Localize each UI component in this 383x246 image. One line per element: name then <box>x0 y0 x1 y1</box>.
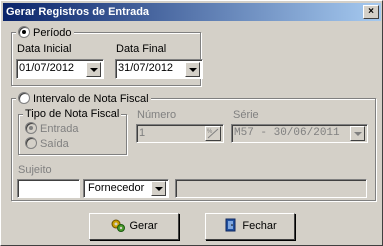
serie-field[interactable]: M57 - 30/06/2011 <box>231 124 368 143</box>
sujeito-type-select[interactable]: Fornecedor <box>83 179 169 198</box>
data-inicial-dropdown-icon[interactable] <box>86 62 101 77</box>
fechar-label: Fechar <box>242 220 277 232</box>
numero-field[interactable]: 1 % <box>136 124 224 143</box>
svg-text:%: % <box>207 129 213 135</box>
fechar-button[interactable]: Fechar <box>205 213 295 240</box>
serie-value: M57 - 30/06/2011 <box>234 127 340 139</box>
periodo-radio[interactable]: Período <box>16 26 74 40</box>
data-inicial-value: 01/07/2012 <box>19 62 75 74</box>
intervalo-radio[interactable]: Intervalo de Nota Fiscal <box>16 92 151 106</box>
sujeito-name-field <box>175 179 367 198</box>
entrada-radio[interactable]: Entrada <box>25 122 79 136</box>
saida-radio[interactable]: Saída <box>25 137 69 151</box>
data-final-value: 31/07/2012 <box>118 62 174 74</box>
numero-value: 1 <box>139 127 146 139</box>
periodo-radio-icon[interactable] <box>18 26 30 38</box>
data-inicial-field[interactable]: 01/07/2012 <box>16 59 104 79</box>
numero-label: Número <box>137 109 177 121</box>
gerar-label: Gerar <box>129 220 158 232</box>
entrada-radio-icon[interactable] <box>25 122 37 134</box>
data-inicial-label: Data Inicial <box>17 43 72 55</box>
calculator-icon[interactable]: % <box>205 126 221 141</box>
saida-radio-icon[interactable] <box>25 137 37 149</box>
serie-label: Série <box>233 109 259 121</box>
intervalo-label: Intervalo de Nota Fiscal <box>33 93 149 105</box>
title-bar: Gerar Registros de Entrada × <box>3 3 381 21</box>
gear-icon <box>111 219 126 232</box>
entrada-label: Entrada <box>40 123 79 135</box>
door-exit-icon <box>225 218 236 232</box>
serie-dropdown-icon[interactable] <box>350 126 365 141</box>
intervalo-radio-icon[interactable] <box>18 92 30 104</box>
data-final-dropdown-icon[interactable] <box>185 62 200 77</box>
periodo-label: Período <box>33 27 72 39</box>
window-title: Gerar Registros de Entrada <box>6 6 150 18</box>
gerar-button[interactable]: Gerar <box>89 213 179 240</box>
tipo-nota-label: Tipo de Nota Fiscal <box>23 108 122 121</box>
sujeito-label: Sujeito <box>18 164 52 176</box>
data-final-label: Data Final <box>116 43 167 55</box>
close-button[interactable]: × <box>363 5 379 19</box>
sujeito-type-value: Fornecedor <box>88 182 145 194</box>
sujeito-code-field[interactable] <box>17 179 80 198</box>
sujeito-type-dropdown-icon[interactable] <box>151 181 166 196</box>
data-final-field[interactable]: 31/07/2012 <box>115 59 203 79</box>
gerar-registros-dialog: Gerar Registros de Entrada × Período Dat… <box>0 0 383 246</box>
saida-label: Saída <box>40 138 69 150</box>
